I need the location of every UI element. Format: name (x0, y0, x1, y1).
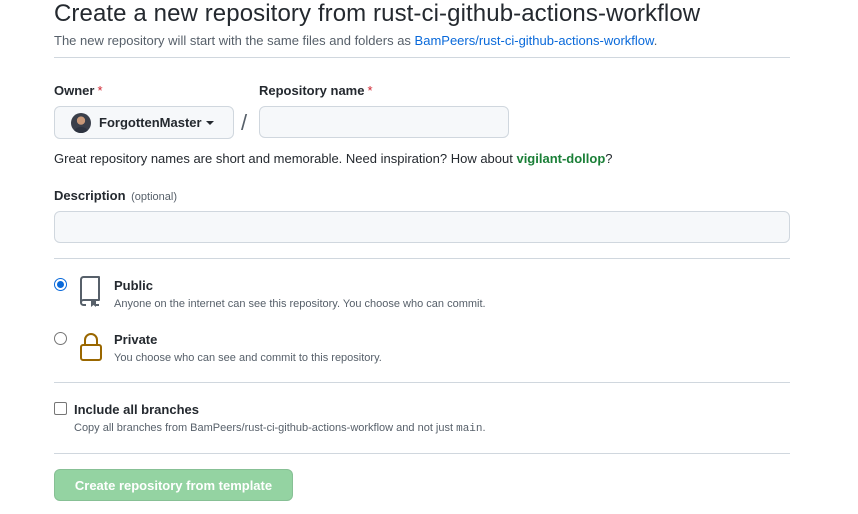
private-title: Private (114, 332, 158, 347)
divider (54, 258, 790, 259)
include-branches-checkbox[interactable] (54, 402, 67, 415)
private-desc: You choose who can see and commit to thi… (114, 352, 382, 364)
description-label: Description (optional) (54, 188, 177, 203)
page-title: Create a new repository from rust-ci-git… (54, 0, 701, 27)
include-branches-desc: Copy all branches from BamPeers/rust-ci-… (74, 422, 486, 435)
include-branches-label: Include all branches (74, 402, 199, 417)
repo-name-hint: Great repository names are short and mem… (54, 151, 613, 166)
private-radio[interactable] (54, 332, 67, 345)
divider (54, 453, 790, 454)
owner-name: ForgottenMaster (99, 115, 202, 130)
public-title: Public (114, 278, 154, 293)
repo-name-input[interactable] (259, 106, 509, 138)
page-subtitle: The new repository will start with the s… (54, 33, 657, 48)
branch-name-code: main (456, 423, 483, 435)
template-link[interactable]: BamPeers/rust-ci-github-actions-workflow (415, 33, 654, 48)
required-mark: * (367, 83, 373, 98)
public-desc: Anyone on the internet can see this repo… (114, 298, 486, 310)
repo-name-label: Repository name * (259, 83, 373, 98)
caret-down-icon (205, 121, 214, 125)
public-radio[interactable] (54, 278, 67, 291)
lock-icon (80, 333, 102, 361)
create-repository-button[interactable]: Create repository from template (54, 469, 293, 501)
owner-label: Owner * (54, 83, 103, 98)
subtitle-suffix: . (653, 33, 658, 48)
divider (54, 57, 790, 58)
name-suggestion[interactable]: vigilant-dollop (516, 151, 605, 166)
owner-dropdown[interactable]: ForgottenMaster (54, 106, 234, 139)
avatar (71, 112, 91, 133)
optional-tag: (optional) (131, 191, 177, 203)
divider (54, 382, 790, 383)
subtitle-prefix: The new repository will start with the s… (54, 33, 415, 48)
repo-icon (80, 276, 100, 307)
owner-repo-separator: / (241, 110, 248, 135)
description-input[interactable] (54, 211, 790, 243)
required-mark: * (97, 83, 103, 98)
